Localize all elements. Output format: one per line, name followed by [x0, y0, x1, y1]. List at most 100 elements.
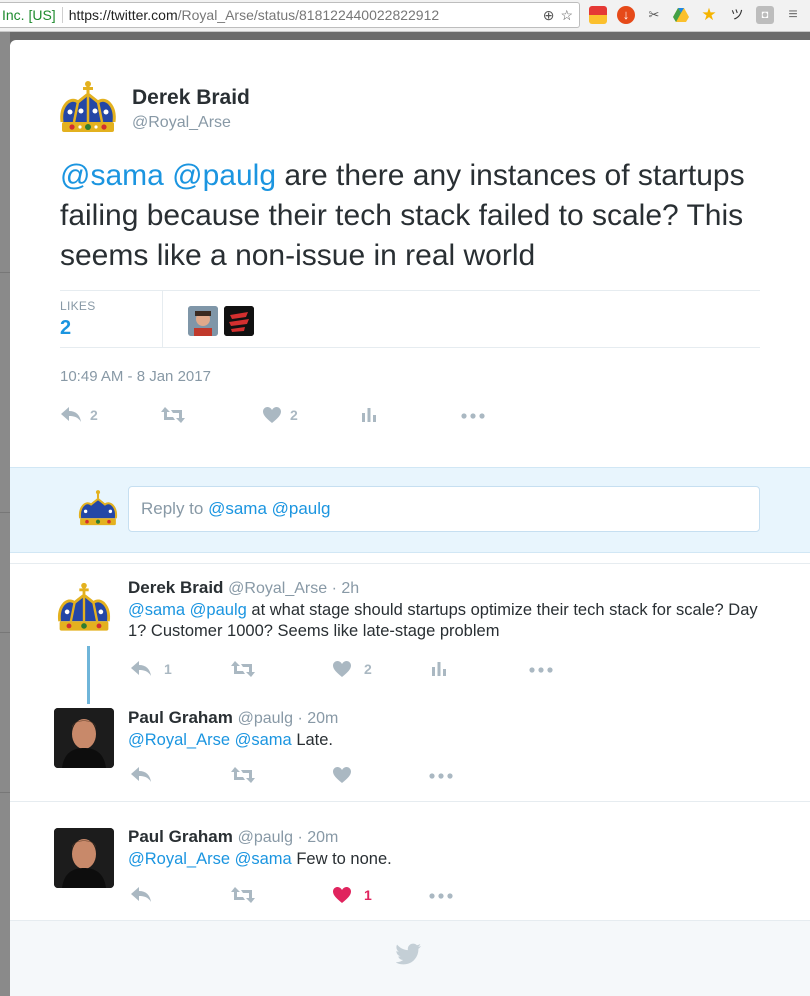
author-handle[interactable]: @Royal_Arse [132, 114, 231, 132]
heart-filled-icon [333, 887, 351, 903]
reply-button[interactable] [130, 886, 152, 904]
avatar[interactable] [54, 580, 114, 640]
crown-icon [58, 582, 110, 631]
tweet-stats: LIKES 2 [60, 290, 760, 348]
person-photo-icon [54, 708, 114, 768]
mention-link[interactable]: @paulg [172, 159, 276, 192]
bookmark-star-icon[interactable]: ☆ [560, 7, 573, 23]
reply-author-handle[interactable]: @paulg · 20m [238, 829, 339, 846]
tweet-modal: Derek Braid @Royal_Arse @sama @paulg are… [10, 40, 810, 996]
reply-button[interactable]: 1 [130, 660, 172, 678]
main-tweet: Derek Braid @Royal_Arse @sama @paulg are… [10, 40, 810, 467]
retweet-icon [231, 767, 255, 783]
more-icon [529, 667, 553, 673]
reply-icon [131, 887, 151, 902]
like-button-liked[interactable]: 1 [332, 886, 372, 904]
tweet-timestamp[interactable]: 10:49 AM - 8 Jan 2017 [60, 368, 211, 385]
url-host: https://twitter.com [68, 7, 178, 23]
more-button[interactable] [428, 886, 454, 904]
divider [10, 801, 810, 802]
like-button[interactable] [332, 766, 352, 784]
more-icon [429, 893, 453, 899]
reply-body-text: Late. [291, 731, 334, 749]
reply-author-handle[interactable]: @Royal_Arse · 2h [228, 580, 359, 597]
analytics-icon [362, 408, 376, 422]
extension-scissors-icon[interactable]: ✂ [645, 6, 663, 24]
more-button[interactable] [428, 766, 454, 784]
avatar[interactable] [56, 78, 120, 142]
liker-avatar[interactable] [188, 306, 218, 336]
reply-input[interactable]: Reply to @sama @paulg [128, 486, 760, 532]
browser-toolbar: Inc. [US] https://twitter.com/Royal_Arse/… [0, 0, 810, 32]
reply-actions: 1 2 [130, 660, 570, 684]
tweet-text: @sama @paulg are there any instances of … [60, 156, 780, 276]
liker-avatar[interactable] [224, 306, 254, 336]
reply-header: Derek Braid @Royal_Arse · 2h [128, 578, 359, 598]
mention-link[interactable]: @Royal_Arse @sama [128, 731, 292, 749]
reply-text: @Royal_Arse @sama Few to none. [128, 849, 778, 870]
stats-divider [162, 291, 163, 348]
likes-count[interactable]: 2 [60, 317, 71, 340]
avatar[interactable] [54, 708, 114, 768]
author-name[interactable]: Derek Braid [132, 86, 250, 110]
reply-icon [131, 767, 151, 782]
reply-body-text: Few to none. [291, 850, 392, 868]
analytics-button[interactable] [360, 406, 378, 424]
retweet-button[interactable] [230, 766, 256, 784]
reply-actions: 1 [130, 886, 570, 910]
reply-text: @Royal_Arse @sama Late. [128, 730, 778, 751]
retweet-icon [231, 887, 255, 903]
person-photo-icon [54, 828, 114, 888]
reply-actions [130, 766, 570, 790]
reply-box-area: Reply to @sama @paulg [10, 467, 810, 553]
secure-indicator[interactable]: Inc. [US] [0, 3, 56, 27]
reply-header: Paul Graham @paulg · 20m [128, 827, 338, 847]
like-button[interactable]: 2 [332, 660, 372, 678]
zoom-icon[interactable]: ⊕ [543, 7, 555, 23]
analytics-button[interactable] [430, 660, 448, 678]
reply-button[interactable] [130, 766, 152, 784]
heart-icon [333, 767, 351, 783]
retweet-button[interactable] [230, 660, 256, 678]
avatar[interactable] [54, 828, 114, 888]
retweet-icon [231, 661, 255, 677]
url-path: /Royal_Arse/status/818122440022822912 [177, 7, 440, 23]
crown-icon [60, 81, 116, 132]
mention-link[interactable]: @sama @paulg [128, 601, 247, 619]
address-separator [61, 7, 63, 23]
google-drive-icon[interactable] [672, 6, 690, 24]
extension-shield-icon[interactable]: ◘ [756, 6, 774, 24]
like-button[interactable]: 2 [262, 406, 298, 424]
reply-button[interactable]: 2 [60, 406, 98, 424]
retweet-button[interactable] [230, 886, 256, 904]
extension-download-icon[interactable]: ↓ [617, 6, 635, 24]
modal-footer [10, 920, 810, 996]
reply-author-name[interactable]: Derek Braid [128, 578, 223, 597]
browser-menu-icon[interactable]: ≡ [784, 6, 802, 24]
mention-link[interactable]: @sama [60, 159, 164, 192]
analytics-icon [432, 662, 446, 676]
reply-author-handle[interactable]: @paulg · 20m [238, 710, 339, 727]
address-bar[interactable]: Inc. [US] https://twitter.com/Royal_Arse/… [0, 2, 580, 28]
reply-author-name[interactable]: Paul Graham [128, 708, 233, 727]
heart-icon [333, 661, 351, 677]
crown-icon [78, 490, 118, 526]
heart-icon [263, 407, 281, 423]
like-count: 1 [364, 887, 372, 903]
mention-link[interactable]: @Royal_Arse @sama [128, 850, 292, 868]
reply-icon [131, 661, 151, 676]
retweet-icon [161, 407, 185, 423]
extension-face-icon[interactable]: ツ [728, 6, 746, 24]
extension-star-icon[interactable]: ★ [700, 6, 718, 24]
reply-placeholder-prefix: Reply to [141, 499, 209, 518]
reply-text: @sama @paulg at what stage should startu… [128, 600, 778, 642]
more-button[interactable] [528, 660, 554, 678]
avatar [76, 488, 120, 532]
retweet-button[interactable] [160, 406, 186, 424]
extension-flag-icon[interactable] [589, 6, 607, 24]
more-icon [429, 773, 453, 779]
likes-label: LIKES [60, 299, 96, 313]
reply-author-name[interactable]: Paul Graham [128, 827, 233, 846]
more-button[interactable] [460, 406, 486, 424]
background-page [0, 32, 10, 996]
